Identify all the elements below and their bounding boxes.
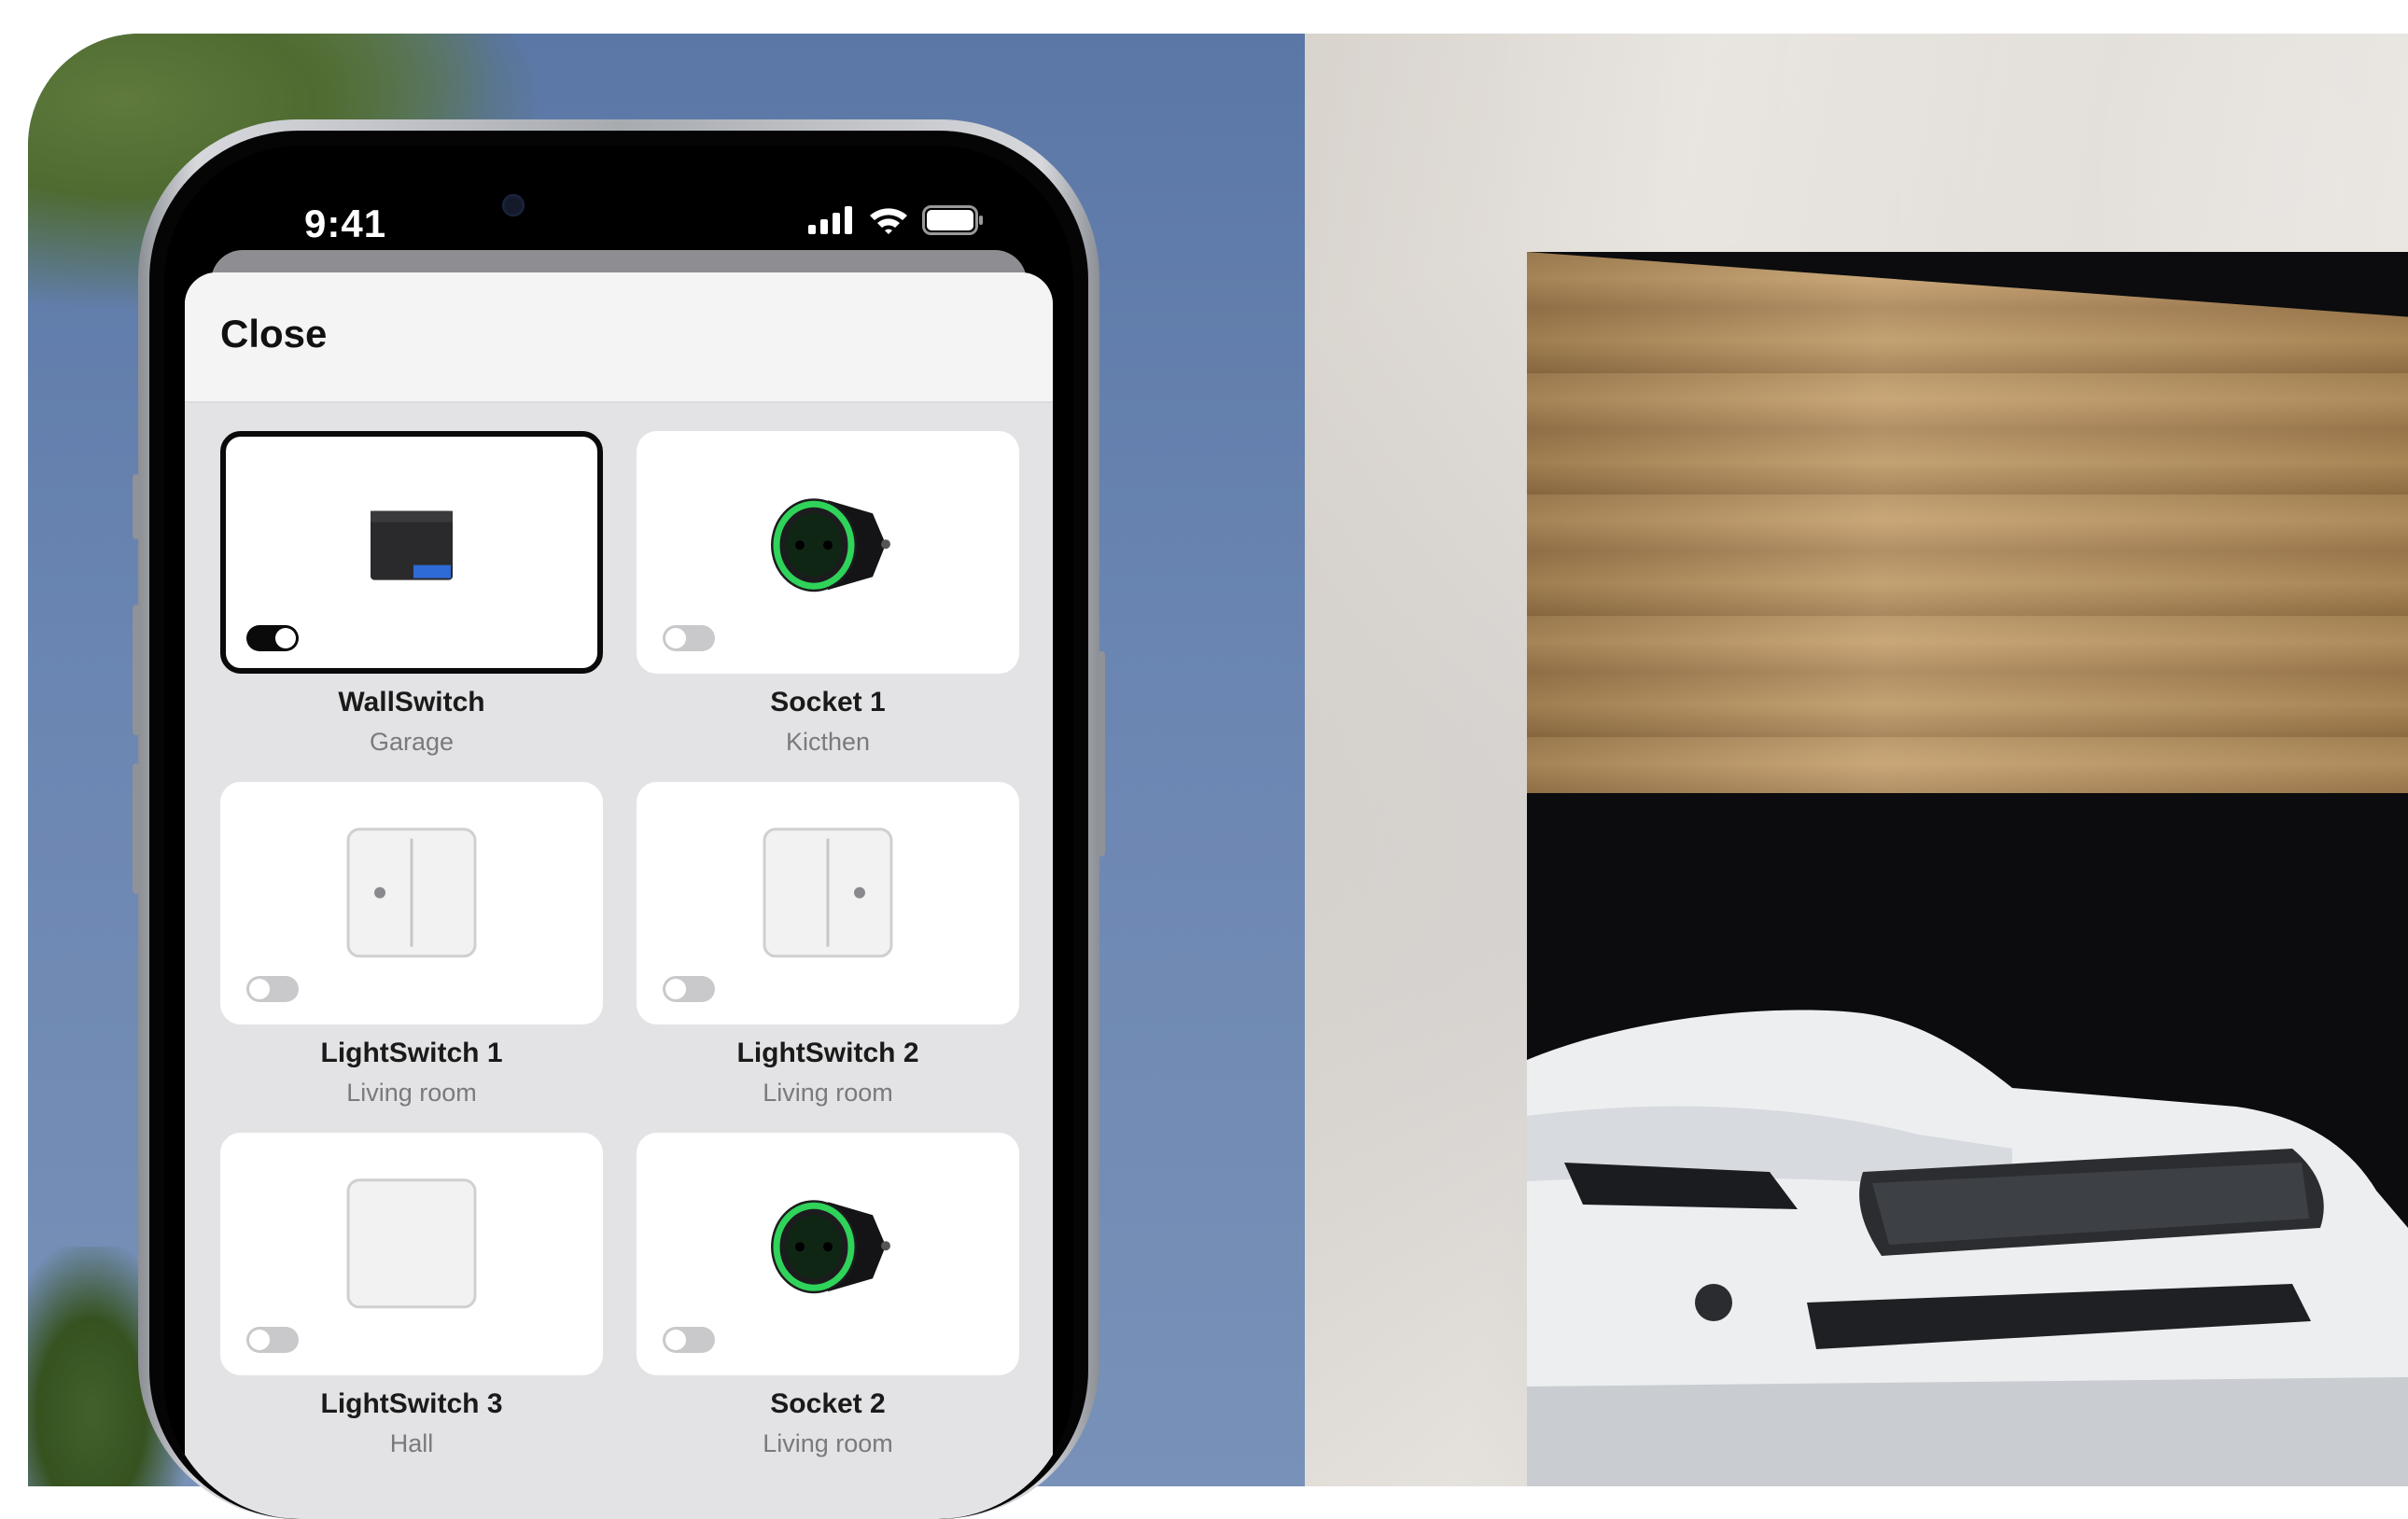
device-tile-lightswitch-3[interactable] (220, 1133, 603, 1375)
device-toggle[interactable] (246, 976, 299, 1002)
device-toggle[interactable] (663, 1327, 715, 1353)
device-toggle[interactable] (663, 625, 715, 651)
cellular-signal-icon (808, 206, 852, 234)
device-item: Socket 1 Kicthen (637, 431, 1019, 782)
lightswitch-one-gang-icon (346, 1178, 477, 1309)
socket-icon (771, 498, 890, 592)
device-name: LightSwitch 3 (320, 1388, 503, 1419)
mute-switch (133, 474, 140, 539)
device-tile-socket-1[interactable] (637, 431, 1019, 674)
phone-screen: 9:41 Close WallSwitch Garage Socket 1 Ki… (164, 146, 1073, 1519)
device-toggle[interactable] (246, 1327, 299, 1353)
device-tile-socket-2[interactable] (637, 1133, 1019, 1375)
device-toggle[interactable] (663, 976, 715, 1002)
device-room: Living room (346, 1079, 477, 1107)
device-room: Living room (763, 1079, 893, 1107)
device-name: LightSwitch 2 (736, 1038, 919, 1068)
device-item: LightSwitch 2 Living room (637, 782, 1019, 1133)
device-name: Socket 1 (770, 687, 886, 718)
device-name: LightSwitch 1 (320, 1038, 503, 1068)
device-item: LightSwitch 3 Hall (220, 1133, 603, 1484)
device-tile-lightswitch-2[interactable] (637, 782, 1019, 1024)
garage-door (1527, 252, 2408, 793)
socket-icon (771, 1200, 890, 1294)
lightswitch-two-gang-icon (346, 828, 477, 958)
device-room: Living room (763, 1429, 893, 1457)
wallswitch-icon (371, 510, 453, 580)
device-grid: WallSwitch Garage Socket 1 Kicthen Light… (220, 431, 1019, 1484)
device-item: Socket 2 Living room (637, 1133, 1019, 1484)
lightswitch-two-gang-icon (763, 828, 893, 958)
sheet-header: Close (185, 272, 1053, 403)
volume-down-button (133, 763, 140, 894)
front-camera (502, 194, 525, 216)
device-toggle[interactable] (246, 625, 299, 651)
device-room: Hall (389, 1429, 434, 1457)
car (1527, 1010, 2408, 1486)
device-item: WallSwitch Garage (220, 431, 603, 782)
device-tile-wallswitch[interactable] (220, 431, 603, 674)
status-time: 9:41 (304, 202, 387, 245)
device-room: Kicthen (785, 728, 871, 756)
device-tile-lightswitch-1[interactable] (220, 782, 603, 1024)
device-name: Socket 2 (770, 1388, 886, 1419)
close-button[interactable]: Close (220, 312, 327, 356)
device-item: LightSwitch 1 Living room (220, 782, 603, 1133)
battery-icon (922, 205, 983, 235)
device-picker-sheet: Close WallSwitch Garage Socket 1 Kicthen… (185, 272, 1053, 1519)
volume-up-button (133, 605, 140, 735)
wifi-icon (870, 208, 907, 234)
power-button (1098, 651, 1105, 857)
device-name: WallSwitch (338, 687, 485, 718)
device-room: Garage (369, 728, 455, 756)
phone-mockup: 9:41 Close WallSwitch Garage Socket 1 Ki… (133, 119, 1105, 1519)
